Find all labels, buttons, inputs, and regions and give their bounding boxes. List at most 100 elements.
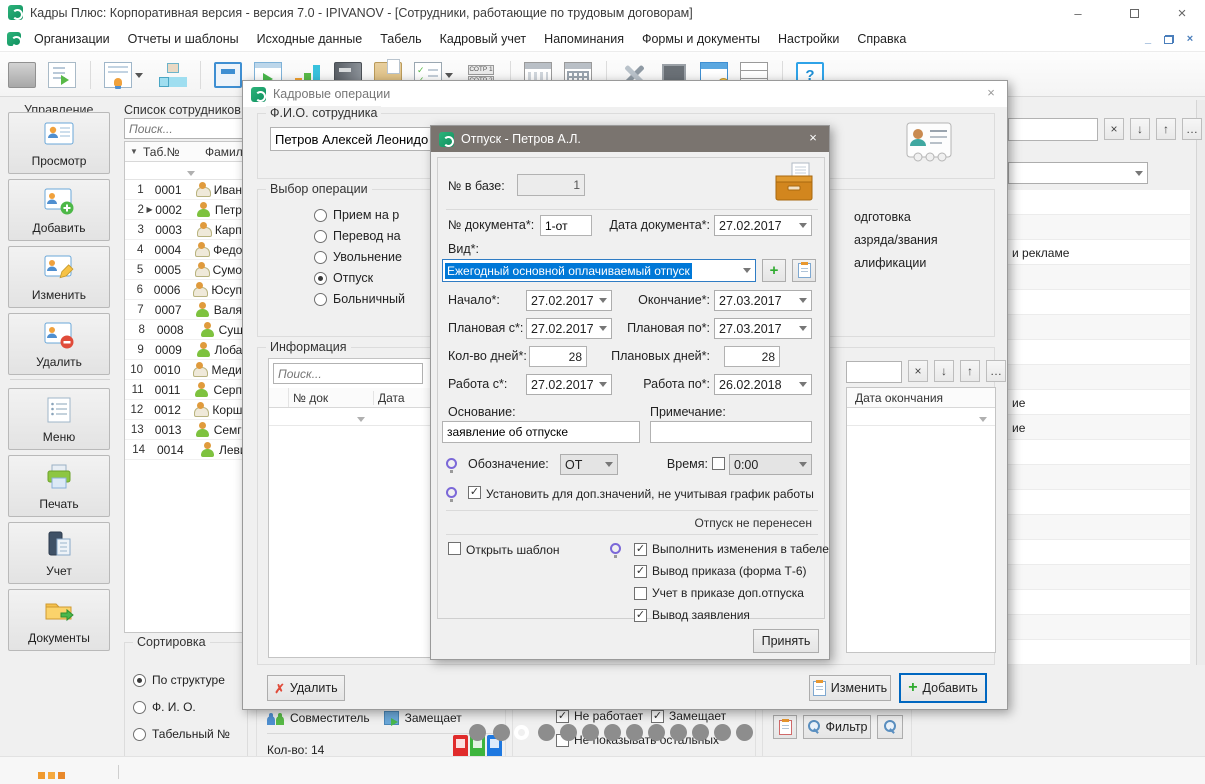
menu-item[interactable]: Справка xyxy=(848,28,915,50)
maximize-button[interactable] xyxy=(1116,1,1152,25)
column-header-docnum[interactable]: № док xyxy=(289,391,373,405)
menu-item[interactable]: Напоминания xyxy=(535,28,633,50)
bg-scrollbar[interactable] xyxy=(1196,100,1205,665)
safe-toolbar-button[interactable] xyxy=(214,59,242,91)
edit-kind-button[interactable] xyxy=(792,259,816,282)
column-header-tab[interactable]: Таб.№ xyxy=(143,145,205,159)
checkbox[interactable]: ✓ xyxy=(634,543,647,556)
table-row[interactable]: 40004Федосе xyxy=(125,240,255,260)
menu-item[interactable]: Настройки xyxy=(769,28,848,50)
kind-combo[interactable]: Ежегодный основной оплачиваемый отпуск xyxy=(442,259,756,282)
doc-date-combo[interactable]: 27.02.2017 xyxy=(714,215,812,236)
delete-button[interactable]: ✗ Удалить xyxy=(267,675,345,701)
radio-icon[interactable] xyxy=(314,272,327,285)
mdi-restore-button[interactable] xyxy=(1160,31,1178,47)
operation-option[interactable]: Больничный xyxy=(314,292,405,306)
radio-icon[interactable] xyxy=(314,230,327,243)
note-input[interactable] xyxy=(650,421,812,443)
menu-item[interactable]: Табель xyxy=(371,28,430,50)
filter-button[interactable]: Фильтр xyxy=(803,715,871,739)
table-row[interactable]: 2▶0002Петров xyxy=(125,200,255,220)
check-substitutes[interactable]: ✓ Замещает xyxy=(651,709,726,723)
sidebar-button-view[interactable]: Просмотр xyxy=(8,112,110,174)
doc-num-input[interactable] xyxy=(540,215,592,236)
close-icon[interactable]: × xyxy=(981,85,1001,103)
move-down-button[interactable]: ↓ xyxy=(934,360,954,382)
radio-icon[interactable] xyxy=(314,209,327,222)
radio-icon[interactable] xyxy=(133,674,146,687)
end-date-combo[interactable]: 27.03.2017 xyxy=(714,290,812,311)
sidebar-button-edit[interactable]: Изменить xyxy=(8,246,110,308)
info-search-input[interactable] xyxy=(273,363,423,384)
sorting-option[interactable]: Ф. И. О. xyxy=(133,700,196,714)
radio-icon[interactable] xyxy=(133,701,146,714)
move-up-button[interactable]: ↑ xyxy=(960,360,980,382)
plan-to-combo[interactable]: 27.03.2017 xyxy=(714,318,812,339)
add-button[interactable]: + Добавить xyxy=(899,673,987,703)
table-row[interactable]: 60006Юсупов xyxy=(125,280,255,300)
info-right-search-input[interactable] xyxy=(846,361,902,383)
set-additional-checkbox[interactable]: ✓ xyxy=(468,486,481,499)
sidebar-button-menu[interactable]: Меню xyxy=(8,388,110,450)
work-from-combo[interactable]: 27.02.2017 xyxy=(526,374,612,395)
filter-dropdown-icon[interactable] xyxy=(187,171,195,180)
output-check-item[interactable]: ✓Выполнить изменения в табеле xyxy=(634,542,829,556)
output-check-item[interactable]: Учет в приказе доп.отпуска xyxy=(634,586,804,600)
sorting-option[interactable]: По структуре xyxy=(133,673,225,687)
plan-days-input[interactable]: 28 xyxy=(724,346,780,367)
radio-icon[interactable] xyxy=(314,251,327,264)
sorting-option[interactable]: Табельный № xyxy=(133,727,230,741)
time-combo[interactable]: 0:00 xyxy=(729,454,812,475)
info-right-header[interactable]: Дата окончания xyxy=(847,388,995,408)
filter-dropdown-icon[interactable] xyxy=(979,417,987,426)
more-button[interactable]: … xyxy=(986,360,1006,382)
start-date-combo[interactable]: 27.02.2017 xyxy=(526,290,612,311)
menu-item[interactable]: Организации xyxy=(25,28,119,50)
checkbox[interactable]: ✓ xyxy=(634,565,647,578)
folder-toolbar-button[interactable] xyxy=(8,59,36,91)
employee-search-input[interactable] xyxy=(124,118,256,139)
bg-search-input[interactable] xyxy=(1008,118,1098,141)
open-template-checkbox[interactable] xyxy=(448,542,461,555)
mark-combo[interactable]: ОТ xyxy=(560,454,618,475)
close-button[interactable]: × xyxy=(1164,1,1200,25)
table-row[interactable]: 80008Сушко xyxy=(125,320,255,340)
column-header-date[interactable]: Дата xyxy=(373,391,405,405)
table-row[interactable]: 130013Семгин xyxy=(125,420,255,440)
sidebar-button-print[interactable]: Печать xyxy=(8,455,110,517)
reason-input[interactable] xyxy=(442,421,640,443)
edit-button[interactable]: Изменить xyxy=(809,675,891,701)
sidebar-button-account[interactable]: Учет xyxy=(8,522,110,584)
add-kind-button[interactable]: + xyxy=(762,259,786,282)
mdi-close-button[interactable]: × xyxy=(1181,31,1199,47)
clear-button[interactable]: × xyxy=(908,360,928,382)
filter-dropdown-icon[interactable] xyxy=(357,417,365,426)
accept-button[interactable]: Принять xyxy=(753,629,819,653)
bg-filter-combo[interactable] xyxy=(1008,162,1148,184)
move-up-button[interactable]: ↑ xyxy=(1156,118,1176,140)
operation-option[interactable]: Увольнение xyxy=(314,250,402,264)
table-row[interactable]: 110011Серпов xyxy=(125,380,255,400)
output-check-item[interactable]: ✓Вывод заявления xyxy=(634,608,750,622)
work-to-combo[interactable]: 26.02.2018 xyxy=(714,374,812,395)
check-hide-others[interactable]: Не показывать остальных xyxy=(556,733,719,747)
org-chart-toolbar-button[interactable] xyxy=(158,59,186,91)
move-down-button[interactable]: ↓ xyxy=(1130,118,1150,140)
checkbox[interactable] xyxy=(634,587,647,600)
table-row[interactable]: 120012Коршун xyxy=(125,400,255,420)
table-row[interactable]: 50005Сумова xyxy=(125,260,255,280)
sidebar-button-delete[interactable]: Удалить xyxy=(8,313,110,375)
sidebar-button-docs[interactable]: Документы xyxy=(8,589,110,651)
plan-from-combo[interactable]: 27.02.2017 xyxy=(526,318,612,339)
time-checkbox[interactable] xyxy=(712,457,725,470)
list-settings-button[interactable] xyxy=(773,715,797,739)
table-row[interactable]: 140014Левин xyxy=(125,440,255,460)
checkbox[interactable]: ✓ xyxy=(651,710,664,723)
info-right-filter-row[interactable] xyxy=(847,408,995,426)
filter-caret-icon[interactable]: ▼ xyxy=(125,147,143,156)
close-icon[interactable]: × xyxy=(803,130,823,148)
table-row[interactable]: 100010Медина xyxy=(125,360,255,380)
operation-option[interactable]: Отпуск xyxy=(314,271,373,285)
days-input[interactable]: 28 xyxy=(529,346,587,367)
dropdown-caret-icon[interactable] xyxy=(135,73,143,82)
